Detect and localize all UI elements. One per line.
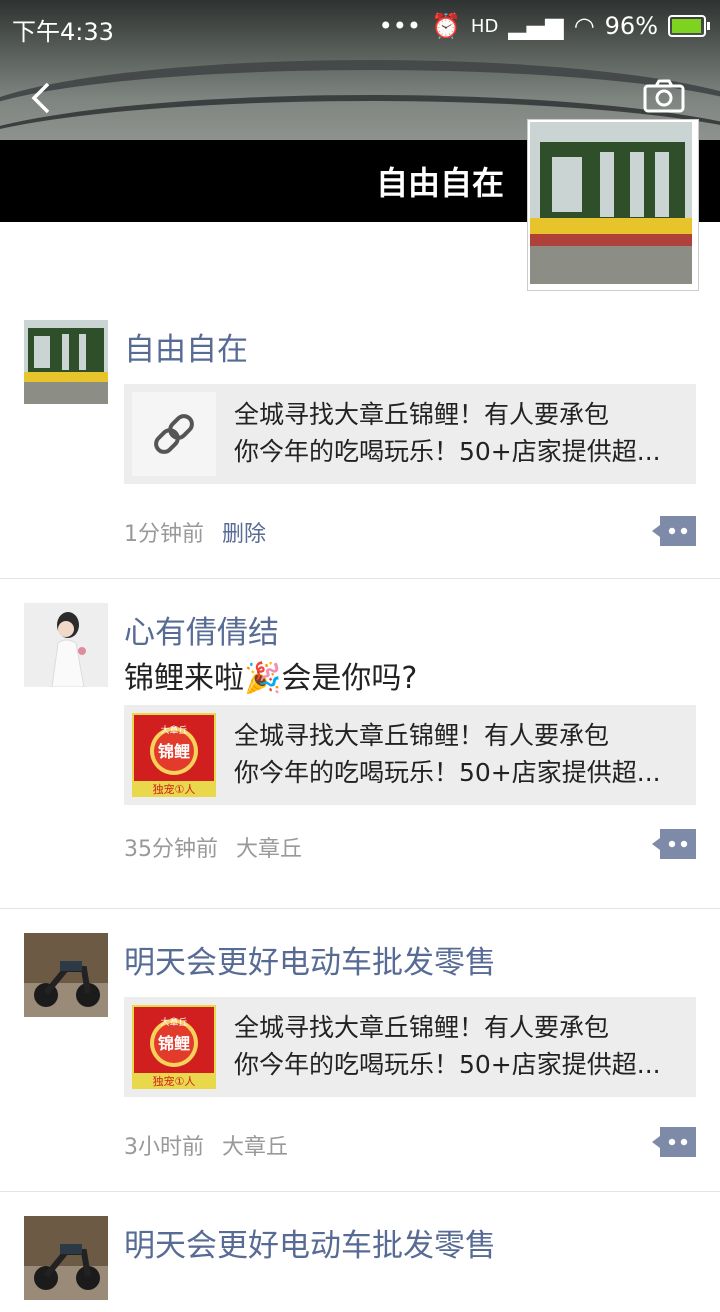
profile-avatar[interactable] xyxy=(528,120,698,290)
profile-name: 自由自在 xyxy=(375,164,504,202)
more-dots-icon: ••• xyxy=(378,12,422,40)
post-meta: 1分钟前 删除 xyxy=(124,516,266,548)
alarm-icon: ⏰ xyxy=(431,12,461,40)
link-title: 全城寻找大章丘锦鲤！有人要承包 你今年的吃喝玩乐！50+店家提供超... xyxy=(234,396,684,470)
comment-menu-icon[interactable] xyxy=(652,829,696,859)
back-chevron-icon[interactable] xyxy=(22,78,62,118)
post-author[interactable]: 自由自在 xyxy=(124,324,248,369)
status-bar: 下午4:33 ••• ⏰ HD ▂▄▆ ◠ 96% xyxy=(0,0,720,50)
poster-main-text: 锦鲤 xyxy=(158,1034,190,1053)
feed-post: 自由自在 全城寻找大章丘锦鲤！有人要承包 你今年的吃喝玩乐！50+店家提供超..… xyxy=(0,296,720,579)
post-author[interactable]: 明天会更好电动车批发零售 xyxy=(124,937,496,982)
comment-menu-icon[interactable] xyxy=(652,1127,696,1157)
post-time: 3小时前 xyxy=(124,1135,204,1160)
status-icons: ••• ⏰ HD ▂▄▆ ◠ 96% xyxy=(378,12,710,40)
link-title-line1: 全城寻找大章丘锦鲤！有人要承包 xyxy=(234,721,610,750)
koi-poster: 大章丘 锦鲤 独宠①人 xyxy=(132,713,216,797)
camera-icon[interactable] xyxy=(642,78,686,114)
link-title: 全城寻找大章丘锦鲤！有人要承包 你今年的吃喝玩乐！50+店家提供超... xyxy=(234,1009,684,1083)
post-author[interactable]: 明天会更好电动车批发零售 xyxy=(124,1220,496,1265)
signal-icon: ▂▄▆ xyxy=(508,12,564,40)
link-card[interactable]: 大章丘 锦鲤 独宠①人 全城寻找大章丘锦鲤！有人要承包 你今年的吃喝玩乐！50+… xyxy=(124,705,696,805)
avatar[interactable] xyxy=(24,1216,108,1300)
poster-bottom-text: 独宠①人 xyxy=(153,1074,196,1088)
link-card[interactable]: 大章丘 锦鲤 独宠①人 全城寻找大章丘锦鲤！有人要承包 你今年的吃喝玩乐！50+… xyxy=(124,997,696,1097)
koi-poster: 大章丘 锦鲤 独宠①人 xyxy=(132,1005,216,1089)
delete-button[interactable]: 删除 xyxy=(222,522,266,547)
post-location[interactable]: 大章丘 xyxy=(236,837,302,862)
link-title-line2: 你今年的吃喝玩乐！50+店家提供超... xyxy=(234,437,661,466)
poster-top-text: 大章丘 xyxy=(160,724,187,736)
post-time: 35分钟前 xyxy=(124,837,218,862)
link-title: 全城寻找大章丘锦鲤！有人要承包 你今年的吃喝玩乐！50+店家提供超... xyxy=(234,717,684,791)
comment-menu-icon[interactable] xyxy=(652,516,696,546)
link-icon xyxy=(132,392,216,476)
post-author[interactable]: 心有倩倩结 xyxy=(124,607,279,652)
avatar[interactable] xyxy=(24,933,108,1017)
network-label: HD xyxy=(470,15,499,37)
poster-main-text: 锦鲤 xyxy=(158,742,190,761)
status-time: 下午4:33 xyxy=(12,18,114,46)
post-location[interactable]: 大章丘 xyxy=(222,1135,288,1160)
battery-percent: 96% xyxy=(604,12,658,40)
post-meta: 35分钟前 大章丘 xyxy=(124,831,302,863)
link-title-line1: 全城寻找大章丘锦鲤！有人要承包 xyxy=(234,400,610,429)
poster-bottom-text: 独宠①人 xyxy=(153,782,196,796)
battery-icon xyxy=(668,15,710,37)
post-time: 1分钟前 xyxy=(124,522,204,547)
poster-top-text: 大章丘 xyxy=(160,1016,187,1028)
battery-fill xyxy=(672,19,701,33)
link-card[interactable]: 全城寻找大章丘锦鲤！有人要承包 你今年的吃喝玩乐！50+店家提供超... xyxy=(124,384,696,484)
feed-post: 心有倩倩结 锦鲤来啦🎉会是你吗? 大章丘 锦鲤 独宠①人 全城寻找大章丘锦鲤！有… xyxy=(0,579,720,909)
post-text: 锦鲤来啦🎉会是你吗? xyxy=(124,661,418,696)
moments-feed: 自由自在 全城寻找大章丘锦鲤！有人要承包 你今年的吃喝玩乐！50+店家提供超..… xyxy=(0,296,720,1312)
post-meta: 3小时前 大章丘 xyxy=(124,1129,288,1161)
link-title-line1: 全城寻找大章丘锦鲤！有人要承包 xyxy=(234,1013,610,1042)
wifi-icon: ◠ xyxy=(573,12,595,40)
avatar[interactable] xyxy=(24,603,108,688)
feed-post: 明天会更好电动车批发零售 大章丘 锦鲤 独宠①人 全城寻找大章丘锦鲤！有人要承包… xyxy=(0,909,720,1192)
avatar[interactable] xyxy=(24,320,108,404)
feed-post: 明天会更好电动车批发零售 xyxy=(0,1192,720,1312)
link-title-line2: 你今年的吃喝玩乐！50+店家提供超... xyxy=(234,758,661,787)
link-title-line2: 你今年的吃喝玩乐！50+店家提供超... xyxy=(234,1050,661,1079)
